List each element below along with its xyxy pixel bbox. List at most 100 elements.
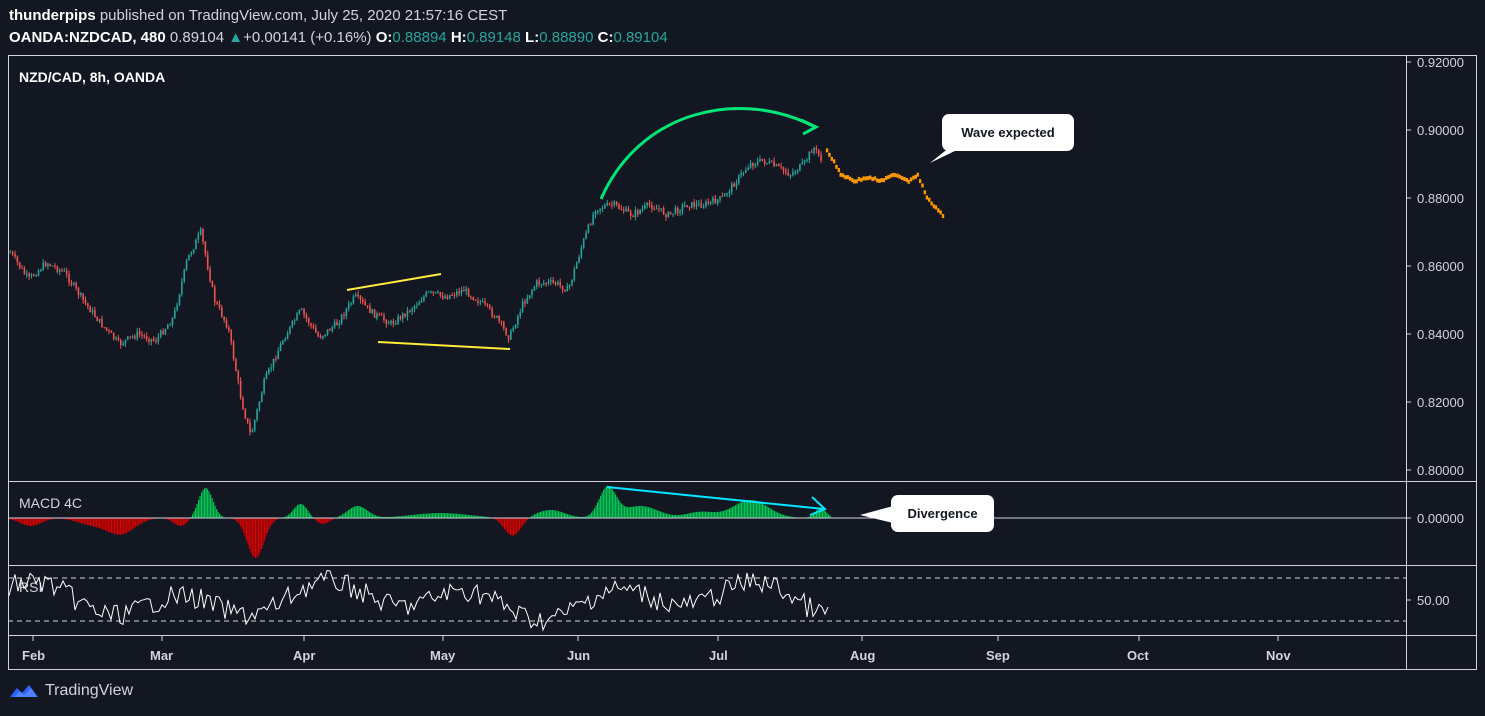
- wave-expected-callout[interactable]: Wave expected: [942, 114, 1074, 151]
- candle-body: [467, 288, 470, 297]
- candle-body: [550, 280, 552, 282]
- divergence-trendline[interactable]: [606, 486, 825, 510]
- macd-bar: [691, 512, 693, 518]
- candle-body: [587, 224, 590, 233]
- macd-bar: [292, 510, 294, 518]
- macd-bar: [618, 499, 620, 518]
- macd-bar: [525, 518, 527, 522]
- candle-body: [317, 332, 319, 337]
- candle-body: [505, 328, 507, 336]
- macd-bar: [207, 489, 209, 518]
- rsi-pane-title: RSI: [19, 579, 42, 595]
- candle-body: [740, 173, 742, 176]
- candle-body: [174, 310, 176, 318]
- macd-bar: [555, 510, 557, 518]
- macd-bar: [193, 511, 195, 518]
- footer-brand[interactable]: TradingView: [9, 682, 133, 700]
- candle-body: [662, 208, 665, 215]
- macd-bar: [267, 518, 269, 533]
- macd-bar: [16, 518, 18, 522]
- macd-bar: [763, 504, 765, 518]
- candle-body: [362, 299, 364, 303]
- candle-body: [263, 379, 265, 394]
- macd-bar: [268, 518, 270, 530]
- candle-body: [352, 296, 355, 304]
- candle-body: [535, 280, 538, 287]
- divergence-callout-tail: [860, 506, 893, 523]
- macd-bar: [91, 518, 93, 527]
- divergence-callout[interactable]: Divergence: [891, 495, 994, 532]
- macd-bar: [112, 518, 114, 534]
- macd-bar: [244, 518, 246, 537]
- macd-bar: [294, 508, 296, 518]
- macd-bar: [210, 494, 212, 518]
- candle-body: [178, 294, 181, 305]
- candle-body: [698, 203, 700, 205]
- candle-body: [242, 397, 244, 410]
- macd-bar: [306, 508, 308, 518]
- macd-bar: [97, 518, 99, 528]
- macd-bar: [640, 505, 642, 518]
- macd-bar: [502, 518, 504, 528]
- candle-body: [456, 291, 458, 296]
- macd-bar: [318, 518, 320, 523]
- candle-body: [507, 335, 510, 340]
- macd-bar: [258, 518, 260, 556]
- projection-candle: [898, 174, 902, 179]
- macd-bar: [75, 518, 77, 522]
- candle-body: [658, 208, 660, 210]
- macd-bar: [126, 518, 128, 533]
- macd-bar: [82, 518, 84, 524]
- macd-bar: [445, 513, 447, 518]
- candle-body: [87, 303, 89, 307]
- triangle-lower-trendline[interactable]: [377, 341, 511, 350]
- candle-body: [105, 327, 108, 331]
- macd-bar: [30, 518, 32, 527]
- candle-body: [333, 322, 336, 328]
- triangle-upper-trendline[interactable]: [346, 273, 442, 291]
- macd-bar: [351, 507, 353, 518]
- candle-body: [723, 193, 726, 197]
- macd-bar: [348, 510, 350, 518]
- macd-bar: [84, 518, 86, 525]
- macd-bar: [592, 510, 594, 518]
- candle-body: [648, 202, 651, 205]
- candle-body: [629, 211, 632, 217]
- candle-body: [169, 324, 171, 326]
- macd-bar: [756, 501, 758, 518]
- candle-body: [155, 340, 157, 342]
- candle-body: [766, 163, 768, 165]
- tradingview-logo-icon: [10, 685, 38, 697]
- macd-bar: [199, 496, 201, 518]
- macd-bar: [322, 518, 324, 524]
- macd-bar: [778, 513, 780, 518]
- candle-body: [770, 161, 773, 163]
- chart-canvas[interactable]: NZD/CAD, 8h, OANDA MACD 4C RSI 0.92000 0…: [0, 0, 1485, 716]
- candle-body: [420, 300, 423, 303]
- macd-bar: [607, 485, 609, 518]
- macd-bar: [184, 518, 186, 525]
- projection-candle: [939, 210, 942, 215]
- candle-body: [683, 205, 686, 207]
- candle-body: [681, 205, 684, 212]
- projection-candle: [885, 175, 888, 180]
- macd-bar: [712, 512, 714, 518]
- macd-bar: [19, 518, 21, 523]
- projection-candle: [925, 195, 929, 200]
- macd-bar: [772, 509, 774, 518]
- macd-bar: [237, 518, 239, 523]
- candle-body: [296, 313, 298, 321]
- macd-bar: [613, 491, 615, 518]
- macd-bar: [606, 486, 608, 518]
- macd-bar: [216, 509, 218, 518]
- candle-body: [745, 169, 747, 173]
- green-arrow-head-icon: [800, 118, 820, 136]
- green-curved-arrow[interactable]: [599, 107, 816, 200]
- macd-bar: [510, 518, 512, 536]
- projection-candle: [900, 176, 904, 181]
- candle-body: [164, 329, 167, 335]
- macd-bar: [37, 518, 39, 525]
- candle-body: [181, 281, 183, 295]
- candle-body: [547, 281, 550, 284]
- candle-body: [578, 256, 580, 263]
